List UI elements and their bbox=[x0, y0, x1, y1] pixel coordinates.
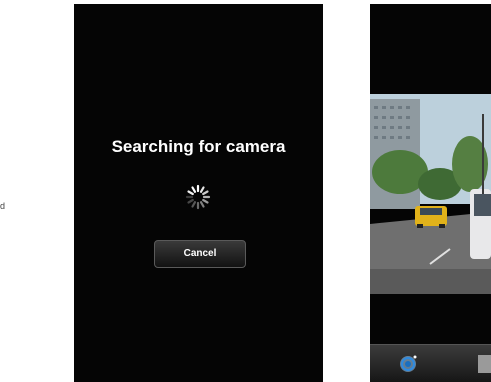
cancel-button[interactable]: Cancel bbox=[154, 240, 246, 268]
searching-screen: Searching for camera Cancel bbox=[74, 4, 323, 382]
camera-live-screen bbox=[370, 4, 491, 382]
camera-shutter-icon[interactable] bbox=[398, 354, 418, 374]
camera-live-view bbox=[370, 94, 491, 294]
gallery-icon[interactable] bbox=[478, 355, 491, 373]
side-label: d bbox=[0, 201, 6, 211]
loading-spinner-icon bbox=[185, 184, 211, 210]
bottom-toolbar bbox=[370, 344, 491, 382]
searching-title: Searching for camera bbox=[111, 137, 286, 156]
